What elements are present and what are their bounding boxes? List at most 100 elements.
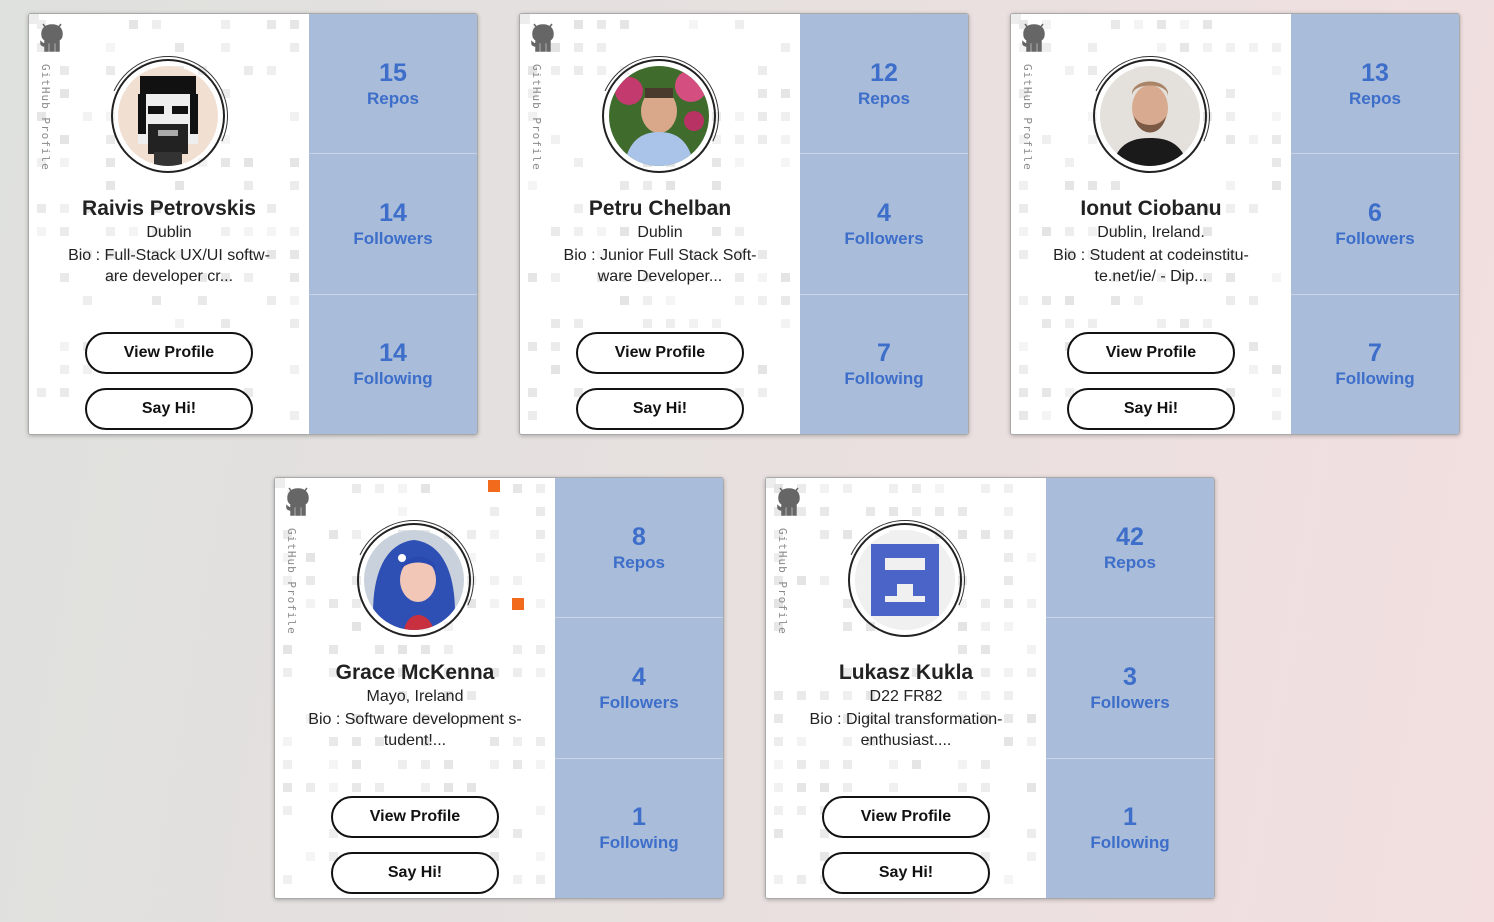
background-pattern-square bbox=[1019, 388, 1028, 397]
background-pattern-square bbox=[1019, 365, 1028, 374]
view-profile-button[interactable]: View Profile bbox=[822, 796, 990, 838]
bio-line: Bio : Full-Stack UX/UI softw- bbox=[68, 247, 270, 264]
background-pattern-square bbox=[490, 599, 499, 608]
background-pattern-square bbox=[536, 507, 545, 516]
avatar[interactable] bbox=[828, 503, 982, 657]
view-profile-button[interactable]: View Profile bbox=[1067, 332, 1235, 374]
stat-repos[interactable]: 42 Repos bbox=[1046, 478, 1214, 619]
background-pattern-square bbox=[781, 273, 790, 282]
background-pattern-square bbox=[306, 553, 315, 562]
background-pattern-square bbox=[981, 530, 990, 539]
background-pattern-square bbox=[528, 411, 537, 420]
background-pattern-square bbox=[1203, 319, 1212, 328]
bio-line: te.net/ie/ - Dip... bbox=[1094, 268, 1208, 285]
background-pattern-square bbox=[1027, 737, 1036, 746]
background-pattern-square bbox=[290, 158, 299, 167]
background-pattern-square bbox=[935, 484, 944, 493]
background-pattern-square bbox=[1249, 135, 1258, 144]
background-pattern-square bbox=[1019, 342, 1028, 351]
say-hi-button[interactable]: Say Hi! bbox=[85, 388, 253, 430]
background-pattern-square bbox=[1203, 43, 1212, 52]
background-pattern-square bbox=[935, 507, 944, 516]
background-pattern-square bbox=[689, 319, 698, 328]
followers-label: Followers bbox=[599, 692, 679, 712]
stat-repos[interactable]: 8 Repos bbox=[555, 478, 723, 619]
profile-name: Grace McKenna bbox=[335, 661, 495, 684]
background-pattern-square bbox=[1004, 484, 1013, 493]
say-hi-button[interactable]: Say Hi! bbox=[822, 852, 990, 894]
stat-following[interactable]: 7 Following bbox=[1291, 295, 1459, 434]
stat-followers[interactable]: 14 Followers bbox=[309, 154, 477, 295]
followers-count: 6 bbox=[1368, 198, 1382, 227]
profile-location: Mayo, Ireland bbox=[366, 688, 464, 705]
background-pattern-square bbox=[1088, 319, 1097, 328]
stat-repos[interactable]: 12 Repos bbox=[800, 14, 968, 155]
view-profile-button[interactable]: View Profile bbox=[576, 332, 744, 374]
say-hi-button[interactable]: Say Hi! bbox=[1067, 388, 1235, 430]
background-pattern-square bbox=[152, 296, 161, 305]
repos-count: 12 bbox=[870, 58, 898, 87]
avatar[interactable] bbox=[337, 503, 491, 657]
background-pattern-square bbox=[797, 806, 806, 815]
background-pattern-square bbox=[536, 760, 545, 769]
card-info-panel: GitHub Profile Lukasz Kukla D22 FR82 Bio… bbox=[766, 478, 1046, 898]
avatar[interactable] bbox=[582, 39, 736, 193]
view-profile-button[interactable]: View Profile bbox=[331, 796, 499, 838]
following-count: 1 bbox=[632, 803, 646, 832]
stat-following[interactable]: 7 Following bbox=[800, 295, 968, 434]
background-pattern-square bbox=[536, 530, 545, 539]
avatar[interactable] bbox=[91, 39, 245, 193]
say-hi-button[interactable]: Say Hi! bbox=[331, 852, 499, 894]
background-pattern-square bbox=[1272, 112, 1281, 121]
background-pattern-square bbox=[398, 484, 407, 493]
background-pattern-square bbox=[1157, 43, 1166, 52]
background-pattern-square bbox=[1042, 319, 1051, 328]
background-pattern-square bbox=[574, 43, 583, 52]
background-pattern-square bbox=[290, 250, 299, 259]
background-pattern-square bbox=[1180, 319, 1189, 328]
background-pattern-square bbox=[175, 43, 184, 52]
stat-repos[interactable]: 15 Repos bbox=[309, 14, 477, 155]
stat-followers[interactable]: 4 Followers bbox=[800, 154, 968, 295]
stat-repos[interactable]: 13 Repos bbox=[1291, 14, 1459, 155]
avatar[interactable] bbox=[1073, 39, 1227, 193]
following-label: Following bbox=[353, 369, 433, 389]
background-pattern-square bbox=[820, 760, 829, 769]
background-pattern-square bbox=[421, 783, 430, 792]
say-hi-button[interactable]: Say Hi! bbox=[576, 388, 744, 430]
background-pattern-square bbox=[912, 507, 921, 516]
background-pattern-square bbox=[60, 89, 69, 98]
github-octocat-icon bbox=[777, 487, 800, 516]
stat-followers[interactable]: 3 Followers bbox=[1046, 618, 1214, 759]
stats-panel: 13 Repos 6 Followers 7 Following bbox=[1291, 14, 1459, 434]
background-pattern-square bbox=[1272, 388, 1281, 397]
background-pattern-square bbox=[306, 599, 315, 608]
background-pattern-square bbox=[513, 760, 522, 769]
stat-following[interactable]: 1 Following bbox=[1046, 759, 1214, 898]
stat-followers[interactable]: 4 Followers bbox=[555, 618, 723, 759]
background-pattern-square bbox=[1272, 158, 1281, 167]
view-profile-button[interactable]: View Profile bbox=[85, 332, 253, 374]
background-pattern-square bbox=[820, 783, 829, 792]
background-pattern-square bbox=[1042, 411, 1051, 420]
background-pattern-square bbox=[1272, 273, 1281, 282]
background-pattern-square bbox=[774, 875, 783, 884]
background-pattern-square bbox=[735, 158, 744, 167]
photo-avatar-icon bbox=[609, 66, 709, 166]
background-pattern-square bbox=[781, 135, 790, 144]
followers-count: 4 bbox=[877, 198, 891, 227]
stat-following[interactable]: 1 Following bbox=[555, 759, 723, 898]
following-label: Following bbox=[1335, 369, 1415, 389]
profile-bio: Bio : Junior Full Stack Soft- ware Devel… bbox=[550, 245, 770, 287]
background-pattern-square bbox=[574, 158, 583, 167]
profile-card: GitHub Profile Petru Chelban Dublin Bio … bbox=[519, 13, 969, 435]
background-pattern-square bbox=[774, 737, 783, 746]
stat-following[interactable]: 14 Following bbox=[309, 295, 477, 434]
background-pattern-square bbox=[958, 760, 967, 769]
stat-followers[interactable]: 6 Followers bbox=[1291, 154, 1459, 295]
identicon-avatar-icon bbox=[855, 530, 955, 630]
background-pattern-square bbox=[774, 829, 783, 838]
background-pattern-square bbox=[1272, 135, 1281, 144]
background-pattern-square bbox=[267, 20, 276, 29]
background-pattern-square bbox=[1226, 89, 1235, 98]
